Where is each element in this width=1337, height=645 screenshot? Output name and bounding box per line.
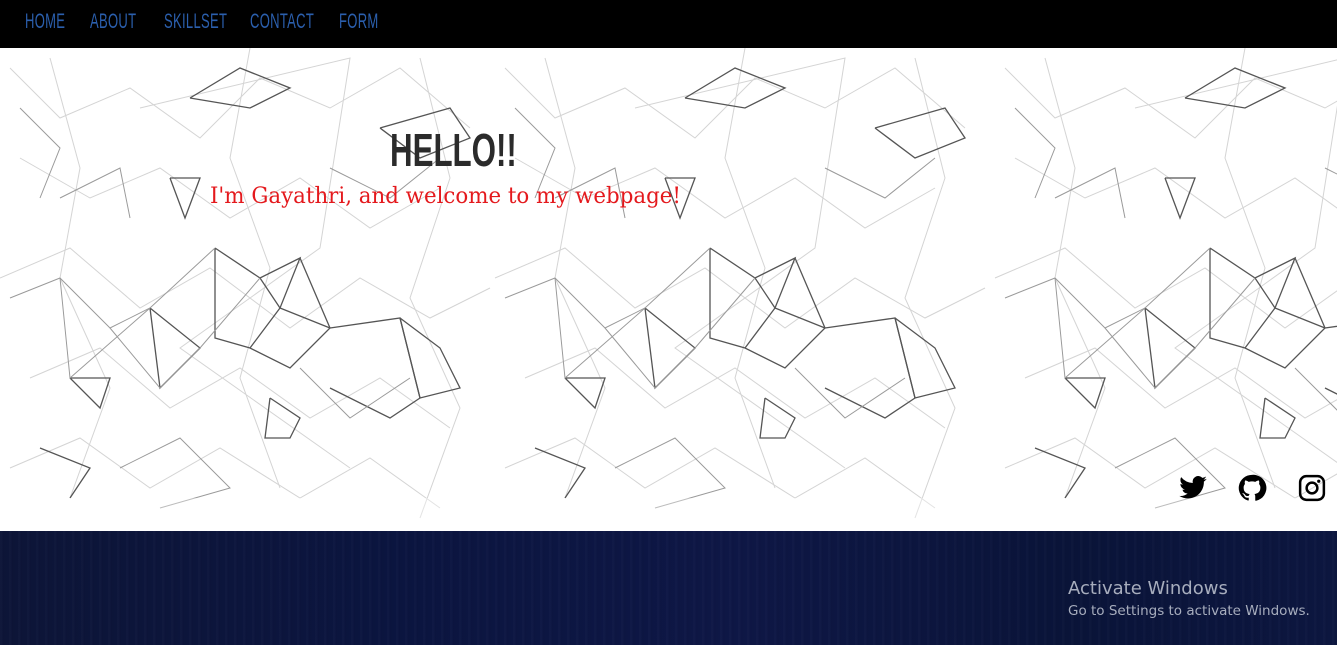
top-navbar: HOME ABOUT SKILLSET CONTACT FORM <box>0 0 1337 48</box>
nav-about-link[interactable]: ABOUT <box>90 10 136 34</box>
nav-home-link[interactable]: HOME <box>25 10 65 34</box>
github-icon[interactable] <box>1237 473 1267 503</box>
instagram-icon[interactable] <box>1297 473 1327 503</box>
nav-form-link[interactable]: FORM <box>339 10 379 34</box>
nav-skillset-link[interactable]: SKILLSET <box>164 10 227 34</box>
activate-windows-subtitle: Go to Settings to activate Windows. <box>1068 603 1310 619</box>
twitter-icon[interactable] <box>1178 473 1208 503</box>
hero-title: HELLO!! <box>390 124 517 176</box>
network-background-pattern <box>0 48 1337 531</box>
hero-section: HELLO!! I'm Gayathri, and welcome to my … <box>0 48 1337 531</box>
hero-subtitle: I'm Gayathri, and welcome to my webpage! <box>210 184 681 209</box>
nav-contact-link[interactable]: CONTACT <box>250 10 314 34</box>
activate-windows-title: Activate Windows <box>1068 578 1228 599</box>
